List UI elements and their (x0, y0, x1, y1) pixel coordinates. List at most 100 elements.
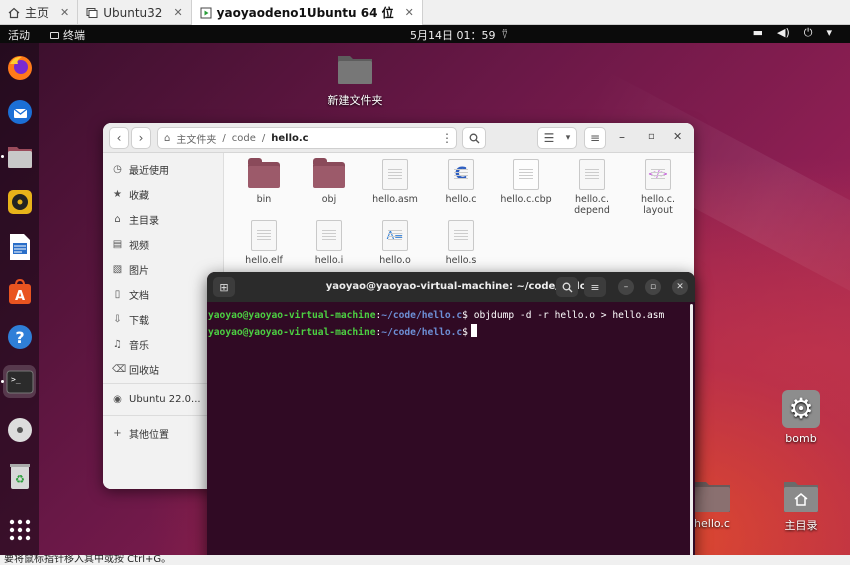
back-button[interactable]: ‹ (109, 127, 129, 149)
host-tab-ubuntu32[interactable]: Ubuntu32 ✕ (78, 0, 192, 25)
desktop-home[interactable]: 主目录 (778, 478, 824, 533)
file-item[interactable]: hello.elf (234, 220, 294, 266)
file-item[interactable]: hello.c.cbp (496, 159, 556, 205)
file-item[interactable]: obj (299, 158, 359, 205)
terminal-close-button[interactable]: ✕ (672, 279, 688, 295)
folder-icon (694, 482, 730, 512)
desktop-bomb[interactable]: ⚙ bomb (778, 390, 824, 445)
sidebar-item-label: 收藏 (129, 191, 149, 202)
gear-icon: ⚙ (782, 390, 820, 428)
dock-thunderbird[interactable] (3, 95, 36, 128)
search-button[interactable] (462, 127, 486, 149)
close-icon[interactable]: ✕ (60, 6, 69, 19)
main-menu-button[interactable]: ≡ (584, 127, 606, 149)
sidebar-item-videos[interactable]: ▤ 视频 (112, 237, 149, 252)
file-name: obj (321, 194, 337, 205)
sidebar-item-music[interactable]: ♫ 音乐 (112, 337, 149, 352)
breadcrumb-current[interactable]: hello.c (271, 133, 308, 144)
terminal-maximize-button[interactable]: ▫ (645, 279, 661, 295)
sidebar-item-documents[interactable]: ▯ 文档 (112, 287, 149, 302)
dock-app-center[interactable]: A (3, 275, 36, 308)
breadcrumb-separator: / (222, 132, 226, 144)
app-center-icon: A (8, 278, 31, 304)
file-name: hello.c (445, 194, 477, 205)
file-item[interactable]: hello.s (431, 220, 491, 266)
minimize-button[interactable]: – (619, 130, 625, 144)
system-tray[interactable]: ▬ ◀) ⏻ ▾ (753, 26, 832, 40)
file-name: hello.s (445, 255, 477, 266)
maximize-button[interactable]: ▫ (648, 131, 655, 142)
sidebar-item-label: 音乐 (129, 341, 149, 352)
sidebar-item-trash[interactable]: ⌫ 回收站 (112, 362, 159, 377)
dock-dvd[interactable] (3, 413, 36, 446)
sidebar-item-home[interactable]: ⌂ 主目录 (112, 212, 159, 227)
disc-icon (7, 417, 32, 442)
trash-icon: ⌫ (112, 364, 127, 375)
close-icon[interactable]: ✕ (405, 6, 414, 19)
breadcrumb-item[interactable]: 主文件夹 (176, 131, 216, 146)
file-item[interactable]: </> hello.c. layout (628, 159, 688, 216)
sidebar-item-starred[interactable]: ★ 收藏 (112, 187, 149, 202)
terminal-output[interactable]: yaoyao@yaoyao-virtual-machine:~/code/hel… (207, 302, 687, 565)
gnome-top-bar: 活动 终端 5月14日 01：59 ⍢ ▬ ◀) ⏻ ▾ (0, 25, 850, 43)
breadcrumb-item[interactable]: code (232, 133, 256, 144)
dock-files[interactable] (3, 140, 36, 173)
grid-icon (9, 519, 30, 540)
file-item[interactable]: hello.i (299, 220, 359, 266)
sidebar-item-pictures[interactable]: ▧ 图片 (112, 262, 149, 277)
terminal-menu-button[interactable]: ≡ (584, 277, 606, 297)
file-item[interactable]: Chello.c (431, 159, 491, 205)
sidebar-item-ubuntu-disc[interactable]: ◉ Ubuntu 22.0... (112, 394, 200, 405)
desktop-icon-label: bomb (785, 432, 817, 445)
breadcrumb[interactable]: ⌂ 主文件夹 / code / hello.c (157, 127, 457, 149)
maximize-icon: ▫ (649, 282, 657, 292)
vm-status-bar: 要将鼠标指针移入其中或按 Ctrl+G。 (0, 555, 850, 565)
terminal-search-button[interactable] (556, 277, 578, 297)
close-icon[interactable]: ✕ (173, 6, 182, 19)
file-item[interactable]: A≡ hello.o (365, 220, 425, 266)
sidebar-item-label: 回收站 (129, 366, 159, 377)
view-toggle-button[interactable]: ☰ ▾ (537, 127, 577, 149)
dock-help[interactable]: ? (3, 320, 36, 353)
file-item[interactable]: hello.c. depend (562, 159, 622, 216)
desktop-new-folder[interactable]: 新建文件夹 (326, 50, 384, 108)
terminal-header: ⊞ yaoyao@yaoyao-virtual-machine: ~/code/… (207, 272, 695, 302)
files-icon (7, 146, 32, 168)
sidebar-item-recent[interactable]: ◷ 最近使用 (112, 162, 169, 177)
text-file-icon (448, 220, 474, 251)
close-button[interactable]: ✕ (673, 130, 682, 143)
desktop-hello-c[interactable]: hello.c (688, 478, 736, 530)
file-item[interactable]: bin (234, 158, 294, 205)
file-item[interactable]: hello.asm (365, 159, 425, 205)
text-file-icon (251, 220, 277, 251)
command-text: objdump -d -r hello.o > hello.asm (467, 310, 665, 321)
folder-icon (248, 158, 280, 188)
clock[interactable]: 5月14日 01：59 ⍢ (410, 27, 508, 43)
prompt-path: ~/code/hello.c (381, 327, 463, 338)
trash-icon: ♻ (9, 463, 30, 489)
path-menu-button[interactable]: ⋮ (437, 127, 457, 149)
home-icon (8, 7, 20, 18)
terminal-minimize-button[interactable]: – (618, 279, 634, 295)
dock-terminal[interactable]: >_ (3, 365, 36, 398)
host-tab-ubuntu64[interactable]: yaoyaodeno1Ubuntu 64 位 ✕ (191, 0, 423, 25)
prompt-user-host: yaoyao@yaoyao-virtual-machine (208, 310, 376, 321)
terminal-icon: >_ (6, 370, 33, 393)
sidebar-item-other-locations[interactable]: + 其他位置 (112, 426, 169, 441)
dock-rhythmbox[interactable] (3, 185, 36, 218)
dock-trash[interactable]: ♻ (3, 459, 36, 492)
forward-button[interactable]: › (131, 127, 151, 149)
app-menu[interactable]: 终端 (50, 27, 85, 43)
dock-show-apps[interactable] (3, 513, 36, 546)
activities-button[interactable]: 活动 (8, 27, 30, 43)
plus-icon: + (113, 428, 122, 439)
file-manager-header: ‹ › ⌂ 主文件夹 / code / hello.c ⋮ ☰ ▾ ≡ – ▫ ✕ (103, 123, 694, 153)
vm-play-icon (200, 7, 212, 18)
sidebar: ◷ 最近使用 ★ 收藏 ⌂ 主目录 ▤ 视频 ▧ 图片 ▯ 文档 ⇩ 下载 ♫ 音乐 ⌫ 回收站 … (103, 153, 224, 489)
sidebar-item-downloads[interactable]: ⇩ 下载 (112, 312, 149, 327)
dock-firefox[interactable] (3, 51, 36, 84)
file-name: hello.asm (372, 194, 418, 205)
terminal-scrollbar[interactable] (690, 304, 693, 556)
dock-writer[interactable] (3, 230, 36, 263)
host-tab-home[interactable]: 主页 ✕ (0, 0, 79, 25)
